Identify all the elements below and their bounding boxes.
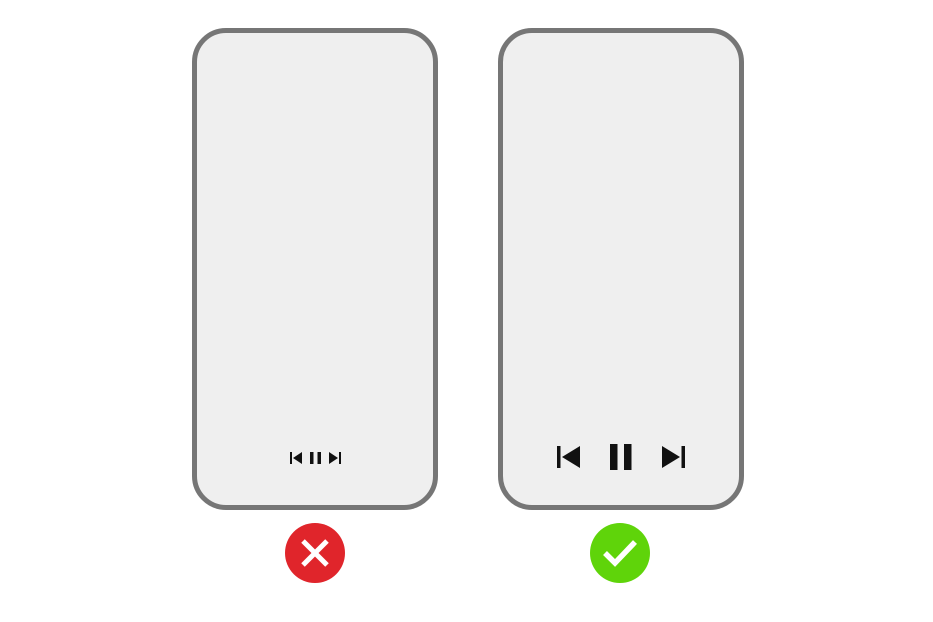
pause-icon[interactable] xyxy=(609,444,633,470)
pause-icon[interactable] xyxy=(309,452,322,464)
phone-mockup-large-controls xyxy=(498,28,744,510)
correct-badge xyxy=(590,523,650,583)
skip-previous-icon[interactable] xyxy=(289,452,303,464)
skip-next-icon[interactable] xyxy=(328,452,341,464)
comparison-stage xyxy=(0,0,933,622)
skip-next-icon[interactable] xyxy=(661,445,685,469)
phone-mockup-small-controls xyxy=(192,28,438,510)
x-mark-icon xyxy=(301,539,329,567)
check-mark-icon xyxy=(603,540,637,567)
media-controls-small xyxy=(197,452,433,464)
incorrect-badge xyxy=(285,523,345,583)
skip-previous-icon[interactable] xyxy=(557,445,581,469)
media-controls-large xyxy=(503,444,739,470)
